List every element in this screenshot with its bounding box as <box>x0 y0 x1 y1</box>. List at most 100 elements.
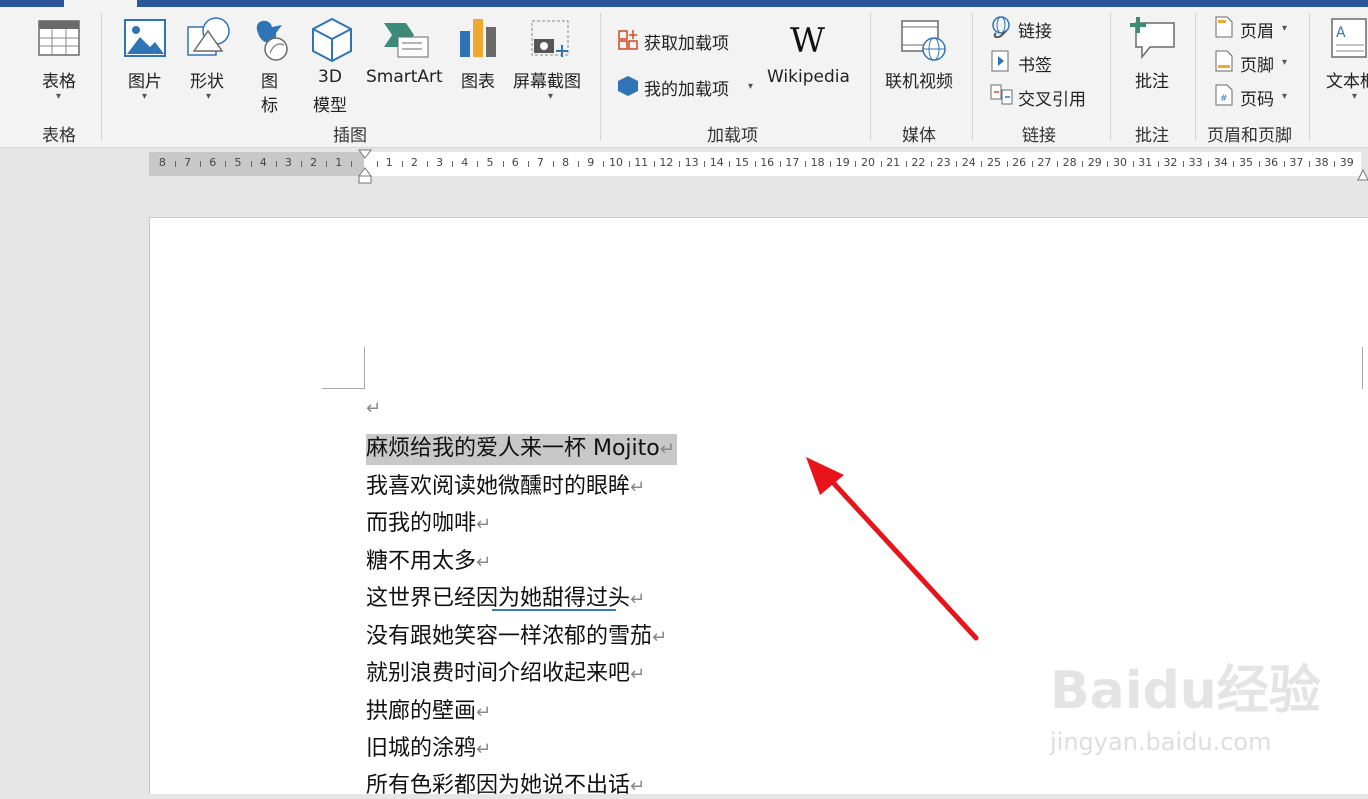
header-button[interactable]: 页眉 <box>1240 17 1274 42</box>
textbox-button[interactable]: 文本框 <box>1326 67 1368 92</box>
ruler-number: 5 <box>234 156 242 169</box>
my-addins-button[interactable]: 我的加载项 <box>644 75 729 100</box>
group-label-table: 表格 <box>42 126 76 146</box>
chevron-down-icon[interactable]: ▾ <box>56 91 61 102</box>
group-label-addins: 加载项 <box>707 126 758 146</box>
link-button[interactable]: 链接 <box>1018 17 1052 42</box>
comment-button[interactable]: 批注 <box>1135 67 1169 92</box>
ruler-tick <box>477 161 479 167</box>
arrow-annotation-icon <box>806 457 979 641</box>
document-line[interactable]: 糖不用太多↵ <box>366 543 491 575</box>
ruler-tick <box>805 161 806 167</box>
table-button[interactable]: 表格 <box>42 67 76 92</box>
document-line[interactable]: 所有色彩都因为她说不出话↵ <box>366 767 645 799</box>
wikipedia-button[interactable]: Wikipedia <box>767 67 850 87</box>
chevron-down-icon[interactable]: ▾ <box>206 91 211 102</box>
ruler-number: 10 <box>609 156 623 169</box>
chevron-down-icon[interactable]: ▾ <box>1282 57 1287 68</box>
bookmark-button[interactable]: 书签 <box>1018 51 1052 76</box>
document-line[interactable]: 没有跟她笑容一样浓郁的雪茄↵ <box>366 618 667 650</box>
document-line[interactable]: 而我的咖啡↵ <box>366 505 491 537</box>
horizontal-ruler[interactable]: 8 7 6 5 4 3 2 1 1 2 3 4 5 6 7 8 9 10 11 12 13 14 15 16 17 18 19 20 2… <box>149 152 1361 176</box>
comment-icon[interactable] <box>1128 15 1176 63</box>
model3d-button-line2[interactable]: 模型 <box>313 91 347 116</box>
ruler-number: 24 <box>961 156 976 169</box>
ruler-number: 25 <box>987 156 1001 169</box>
smartart-button[interactable]: SmartArt <box>366 67 443 87</box>
my-addins-icon[interactable] <box>617 75 639 101</box>
document-line[interactable]: 旧城的涂鸦↵ <box>366 730 491 762</box>
ruler-tick <box>376 161 378 167</box>
icons-icon[interactable] <box>248 15 292 65</box>
picture-button[interactable]: 图片 <box>128 67 162 92</box>
ruler-tick <box>1006 161 1008 167</box>
page-number-icon[interactable]: # <box>1214 84 1234 110</box>
ruler-number: 9 <box>587 156 595 169</box>
icons-button-line1[interactable]: 图 <box>261 67 278 92</box>
document-line[interactable]: 我喜欢阅读她微醺时的眼眸↵ <box>366 468 645 500</box>
selected-text[interactable]: 麻烦给我的爱人来一杯 Mojito <box>366 436 660 461</box>
bookmark-icon[interactable] <box>990 50 1012 76</box>
chevron-down-icon[interactable]: ▾ <box>1282 23 1287 34</box>
wikipedia-icon[interactable]: W <box>790 21 825 61</box>
ruler-number: 7 <box>536 156 544 169</box>
footer-button[interactable]: 页脚 <box>1240 51 1274 76</box>
ruler-number: 39 <box>1339 156 1354 169</box>
footer-icon[interactable] <box>1214 50 1234 76</box>
ruler-tick <box>527 161 529 167</box>
ruler-number: 7 <box>184 156 192 169</box>
ruler-tick <box>553 161 554 167</box>
header-icon[interactable] <box>1214 16 1234 42</box>
ruler-number: 27 <box>1037 156 1052 169</box>
chevron-down-icon[interactable]: ▾ <box>1352 91 1357 102</box>
ruler-tick <box>679 161 680 167</box>
screenshot-button[interactable]: 屏幕截图 <box>513 67 581 92</box>
ruler-tick <box>275 161 277 167</box>
ruler-tick <box>427 161 428 167</box>
screenshot-icon[interactable] <box>528 17 574 65</box>
model3d-button-line1[interactable]: 3D <box>318 67 342 87</box>
ruler-tick <box>830 161 832 167</box>
document-line[interactable]: 麻烦给我的爱人来一杯 Mojito↵ <box>366 430 677 465</box>
cross-reference-icon[interactable] <box>990 84 1014 110</box>
ruler-number: 20 <box>861 156 875 169</box>
ribbon-insert: 表格 ▾ 表格 图片 ▾ 形状 ▾ 图 标 3D 模型 SmartArt 图表 … <box>0 7 1368 148</box>
ruler-tick <box>578 161 580 167</box>
icons-button-line2[interactable]: 标 <box>261 91 278 116</box>
shapes-button[interactable]: 形状 <box>190 67 224 92</box>
right-indent-marker-icon[interactable] <box>1357 167 1368 186</box>
cube-3d-icon[interactable] <box>310 17 354 67</box>
textbox-icon[interactable]: A <box>1330 17 1368 63</box>
link-icon[interactable] <box>990 16 1012 42</box>
indent-marker-icon[interactable] <box>358 148 372 190</box>
online-video-icon[interactable] <box>900 17 948 67</box>
shapes-icon[interactable] <box>186 17 232 63</box>
smartart-icon[interactable] <box>382 19 430 63</box>
ruler-number: 28 <box>1062 156 1077 169</box>
ruler-number: 3 <box>436 156 444 169</box>
picture-icon[interactable] <box>124 19 168 63</box>
cross-reference-button[interactable]: 交叉引用 <box>1018 85 1086 110</box>
store-icon[interactable] <box>617 29 639 55</box>
ruler-number: 6 <box>511 156 519 169</box>
chevron-down-icon[interactable]: ▾ <box>142 91 147 102</box>
ruler-tick <box>653 161 655 167</box>
chevron-down-icon[interactable]: ▾ <box>1282 91 1287 102</box>
ruler-number: 34 <box>1213 156 1228 169</box>
empty-paragraph[interactable]: ↵ <box>366 395 381 420</box>
online-video-button[interactable]: 联机视频 <box>885 67 953 92</box>
get-addins-button[interactable]: 获取加载项 <box>644 29 729 54</box>
table-icon[interactable] <box>38 19 82 63</box>
chart-button[interactable]: 图表 <box>461 67 495 92</box>
chevron-down-icon[interactable]: ▾ <box>548 91 553 102</box>
page-number-button[interactable]: 页码 <box>1240 85 1274 110</box>
ruler-tick <box>1258 161 1260 167</box>
tab-insert-active[interactable] <box>64 0 137 7</box>
ruler-number: 26 <box>1012 156 1027 169</box>
ruler-number: 14 <box>709 156 724 169</box>
document-line[interactable]: 就别浪费时间介绍收起来吧↵ <box>366 655 645 687</box>
chevron-down-icon[interactable]: ▾ <box>748 81 753 92</box>
chart-icon[interactable] <box>458 17 500 63</box>
document-line[interactable]: 拱廊的壁画↵ <box>366 693 491 725</box>
watermark-logo: Baidu经验 <box>1050 661 1321 721</box>
